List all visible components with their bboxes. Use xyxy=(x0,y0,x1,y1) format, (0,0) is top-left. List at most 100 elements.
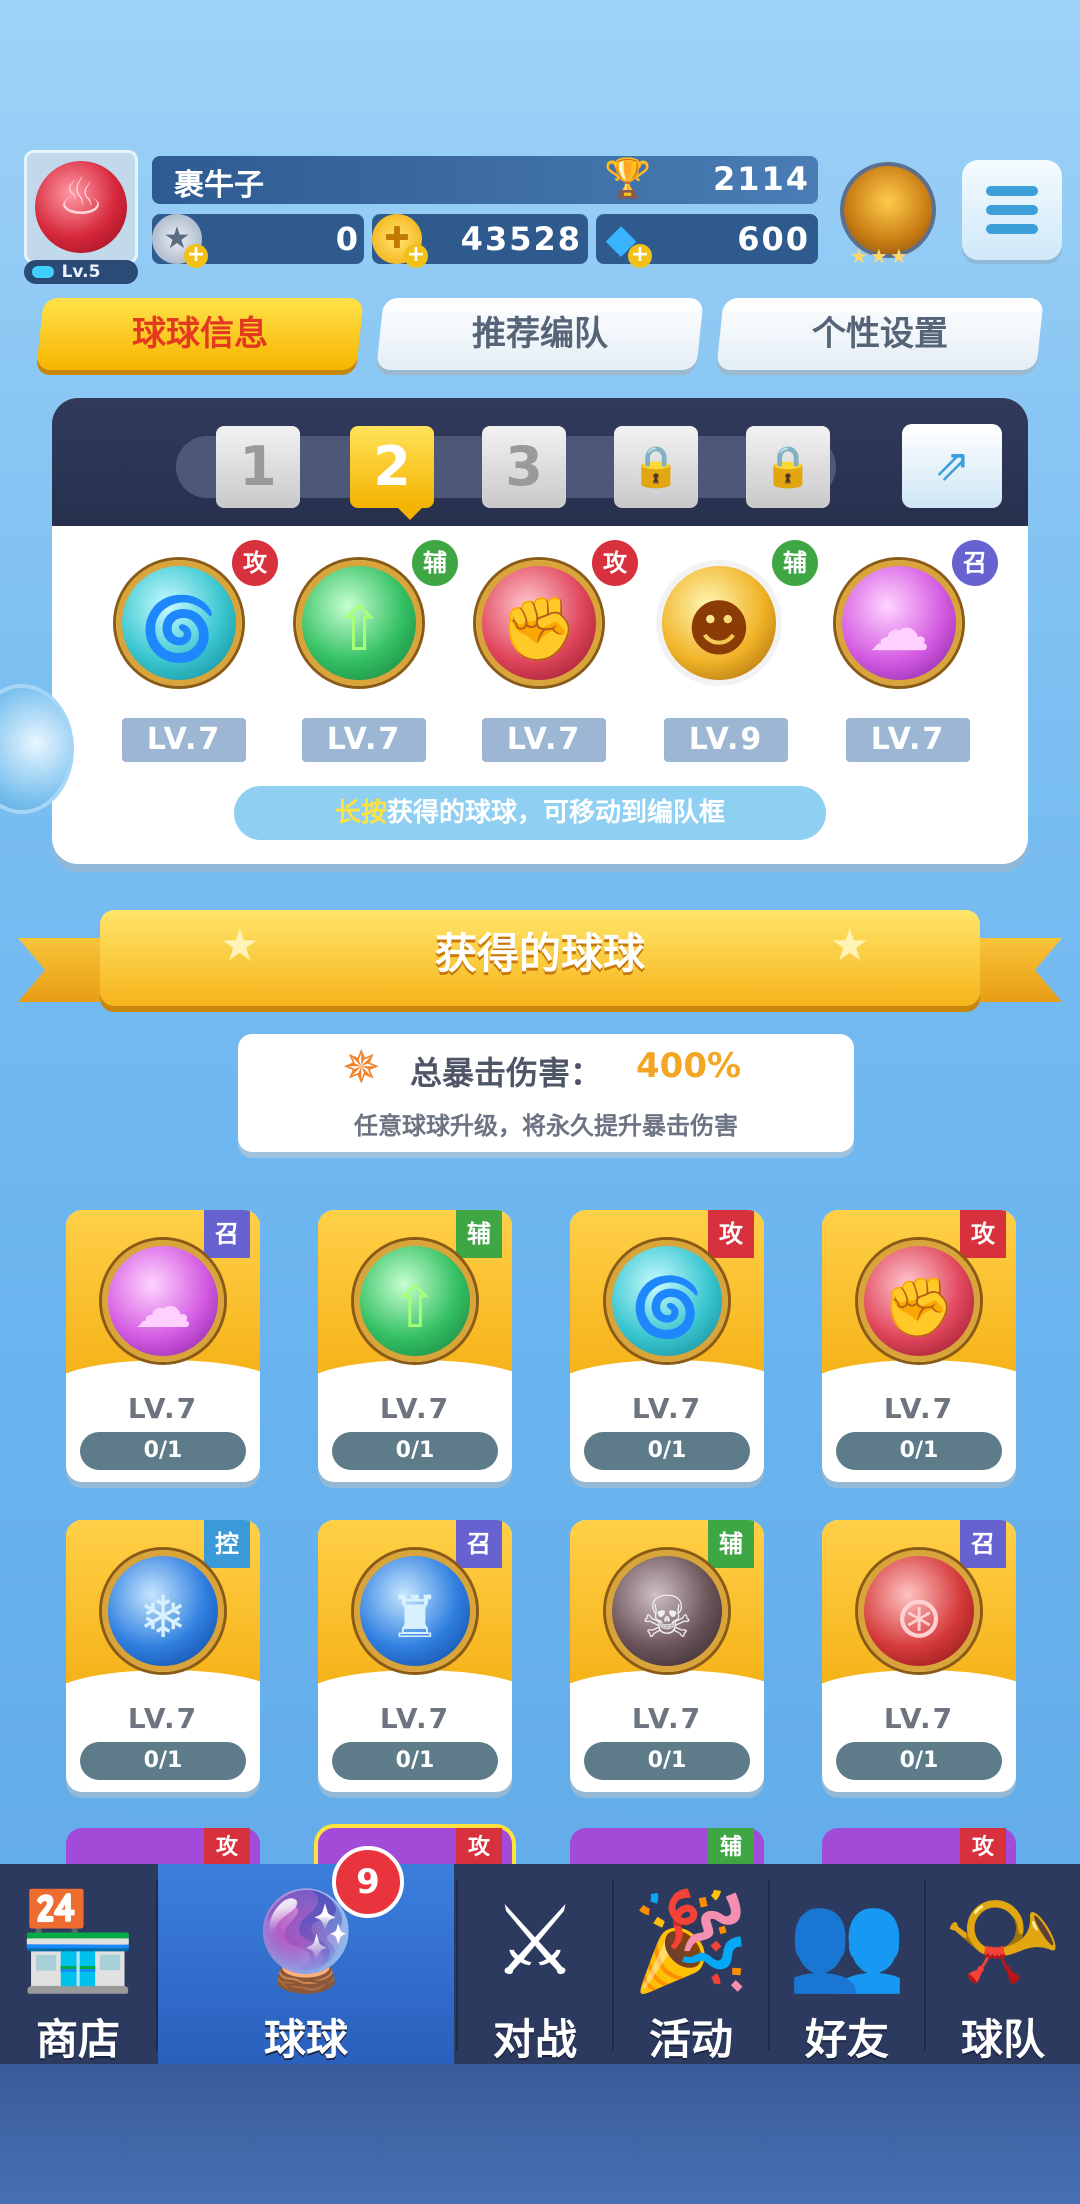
card-progress: 0/1 xyxy=(836,1742,1002,1780)
tab-recommended-team[interactable]: 推荐编队 xyxy=(376,298,704,370)
card-level: LV.7 xyxy=(127,1702,199,1735)
bottom-safe-area xyxy=(0,2064,1080,2204)
player-name: 裹牛子 xyxy=(174,168,264,203)
nav-friends[interactable]: 👥 好友 xyxy=(770,1864,924,2064)
crit-value: 400% xyxy=(636,1046,742,1086)
attack-type-badge: 攻 xyxy=(960,1210,1006,1258)
player-level-text: Lv.5 xyxy=(61,262,101,282)
drag-hint: 长按获得的球球，可移动到编队框 xyxy=(234,786,826,840)
rank-badge-icon[interactable]: ★★★ xyxy=(840,162,936,268)
control-type-badge: 控 xyxy=(204,1520,250,1568)
card-progress: 0/1 xyxy=(836,1432,1002,1470)
ball-card[interactable]: 辅 ⇧ LV.7 0/1 xyxy=(318,1210,512,1482)
card-level: LV.7 xyxy=(127,1392,199,1425)
player-avatar[interactable]: ♨ xyxy=(24,150,138,264)
add-gold-icon[interactable]: + xyxy=(404,244,428,268)
silver-amount: 0 xyxy=(335,220,360,258)
tab-ball-info[interactable]: 球球信息 xyxy=(36,298,364,370)
arrow-up-icon: ⇧ xyxy=(333,592,385,665)
arrow-up-icon: ⇧ xyxy=(354,1240,476,1362)
trophy-count: 2114 xyxy=(712,160,810,198)
ball-card[interactable]: 攻 🌀 LV.7 0/1 xyxy=(570,1210,764,1482)
support-type-badge: 辅 xyxy=(708,1520,754,1568)
ball-card[interactable]: 召 ♜ LV.7 0/1 xyxy=(318,1520,512,1792)
nav-label: 对战 xyxy=(492,2015,577,2064)
card-progress: 0/1 xyxy=(80,1432,246,1470)
ice-wall-icon: ♜ xyxy=(354,1550,476,1672)
nav-label: 好友 xyxy=(804,2015,889,2064)
attack-type-badge: 攻 xyxy=(232,540,278,586)
card-progress: 0/1 xyxy=(584,1742,750,1780)
player-level-badge: Lv.5 xyxy=(24,260,138,284)
team-ball-4[interactable]: ☻ xyxy=(656,560,782,686)
menu-line-icon xyxy=(986,186,1038,196)
card-level: LV.7 xyxy=(883,1392,955,1425)
gold-coin-icon[interactable]: ✚ + xyxy=(372,214,428,268)
hint-text: 获得的球球，可移动到编队框 xyxy=(387,798,726,828)
crit-label: 总暴击伤害： xyxy=(410,1054,603,1092)
ball-card[interactable]: 攻 ✊ LV.7 0/1 xyxy=(822,1210,1016,1482)
lock-icon: 🔒 xyxy=(763,444,813,490)
fist-icon: ✊ xyxy=(858,1240,980,1362)
nav-balls[interactable]: 🔮 球球 xyxy=(158,1864,454,2064)
team-ball-level: LV.9 xyxy=(664,718,788,762)
team-slot-5-locked[interactable]: 🔒 xyxy=(746,426,830,508)
trophy-icon: 🏆 xyxy=(604,156,652,200)
support-type-badge: 辅 xyxy=(456,1210,502,1258)
team-ball-1[interactable]: 🌀 xyxy=(116,560,242,686)
team-slot-4-locked[interactable]: 🔒 xyxy=(614,426,698,508)
nav-battle[interactable]: ⚔ 对战 xyxy=(458,1864,612,2064)
mushroom-cloud-icon: ☁ xyxy=(868,592,930,665)
team-slot-3[interactable]: 3 xyxy=(482,426,566,508)
tornado-icon: 🌀 xyxy=(140,592,218,665)
share-icon: ⇗ xyxy=(933,440,971,491)
fist-icon: ✊ xyxy=(500,592,578,665)
crossed-swords-icon: ⚔ xyxy=(491,1885,579,1997)
team-ball-level: LV.7 xyxy=(482,718,606,762)
snowflake-icon: ❄ xyxy=(102,1550,224,1672)
ball-card[interactable]: 控 ❄ LV.7 0/1 xyxy=(66,1520,260,1792)
whistle-icon: 📯 xyxy=(943,1885,1063,1997)
cannon-icon: ⊛ xyxy=(858,1550,980,1672)
nav-label: 商店 xyxy=(35,2015,120,2064)
add-gems-icon[interactable]: + xyxy=(628,244,652,268)
tornado-icon: 🌀 xyxy=(606,1240,728,1362)
nav-shop[interactable]: 🏪 商店 xyxy=(0,1864,156,2064)
balls-icon: 🔮 xyxy=(246,1885,366,1997)
nav-label: 球球 xyxy=(263,2015,348,2064)
diamond-icon[interactable]: ◆ + xyxy=(596,214,652,268)
card-progress: 0/1 xyxy=(332,1742,498,1780)
team-ball-2[interactable]: ⇧ xyxy=(296,560,422,686)
card-progress: 0/1 xyxy=(332,1432,498,1470)
shop-icon: 🏪 xyxy=(18,1885,138,1997)
ball-card[interactable]: 召 ⊛ LV.7 0/1 xyxy=(822,1520,1016,1792)
gem-amount: 600 xyxy=(737,220,810,258)
menu-line-icon xyxy=(986,224,1038,234)
card-level: LV.7 xyxy=(631,1392,703,1425)
share-button[interactable]: ⇗ xyxy=(902,424,1002,508)
card-level: LV.7 xyxy=(379,1702,451,1735)
nav-label: 球队 xyxy=(960,2015,1045,2064)
nav-events[interactable]: 🎉 活动 xyxy=(614,1864,768,2064)
silver-coin-icon[interactable]: ★ + xyxy=(152,214,208,268)
add-silver-icon[interactable]: + xyxy=(184,244,208,268)
ball-card[interactable]: 辅 ☠ LV.7 0/1 xyxy=(570,1520,764,1792)
tab-personal-settings[interactable]: 个性设置 xyxy=(716,298,1044,370)
pumpkin-face-icon: ☻ xyxy=(686,592,752,665)
team-ball-level: LV.7 xyxy=(846,718,970,762)
summon-type-badge: 召 xyxy=(456,1520,502,1568)
nav-team[interactable]: 📯 球队 xyxy=(926,1864,1080,2064)
menu-line-icon xyxy=(986,205,1038,215)
team-slot-2[interactable]: 2 xyxy=(350,426,434,508)
team-ball-5[interactable]: ☁ xyxy=(836,560,962,686)
team-slot-1[interactable]: 1 xyxy=(216,426,300,508)
summon-type-badge: 召 xyxy=(952,540,998,586)
party-popper-icon: 🎉 xyxy=(631,1885,751,1997)
ball-card[interactable]: 召 ☁ LV.7 0/1 xyxy=(66,1210,260,1482)
card-level: LV.7 xyxy=(379,1392,451,1425)
tab-label: 推荐编队 xyxy=(472,314,608,354)
friends-book-icon: 👥 xyxy=(787,1885,907,1997)
obtained-title: 获得的球球 xyxy=(434,929,645,978)
hamburger-menu-button[interactable] xyxy=(962,160,1062,260)
team-ball-3[interactable]: ✊ xyxy=(476,560,602,686)
